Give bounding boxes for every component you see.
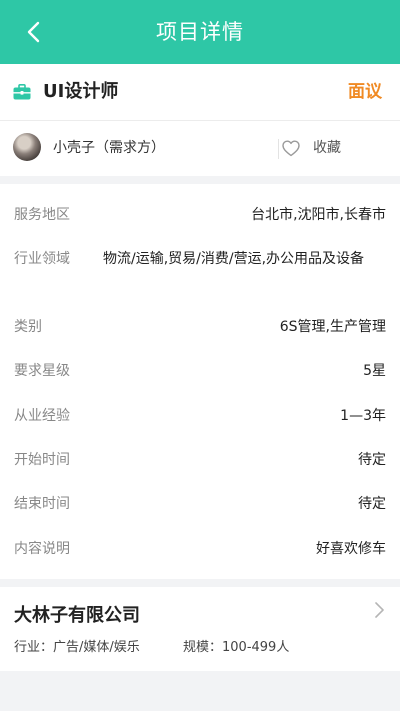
scale-label: 规模：	[183, 640, 223, 655]
detail-label: 内容说明	[14, 541, 70, 557]
heart-outline-icon	[282, 140, 300, 157]
scale-value: 100-499人	[222, 640, 290, 655]
detail-value: 台北市,沈阳市,长春市	[251, 207, 386, 223]
avatar[interactable]	[13, 133, 41, 161]
project-title-row: UI设计师 面议	[0, 64, 400, 121]
detail-value: 6S管理,生产管理	[279, 319, 386, 335]
favorite-label: 收藏	[313, 140, 341, 156]
detail-label: 开始时间	[14, 452, 70, 468]
detail-label: 行业领域	[14, 251, 70, 267]
company-scale: 规模：100-499人	[183, 638, 289, 658]
detail-value: 1—3年	[340, 408, 386, 424]
page-title: 项目详情	[156, 20, 244, 44]
detail-label: 要求星级	[14, 363, 70, 379]
briefcase-icon	[13, 84, 31, 100]
detail-value: 待定	[358, 452, 386, 468]
detail-value: 待定	[358, 496, 386, 512]
company-industry: 行业：广告/媒体/娱乐	[14, 638, 140, 658]
detail-label: 结束时间	[14, 496, 70, 512]
detail-label: 从业经验	[14, 408, 70, 424]
project-title: UI设计师	[43, 81, 119, 102]
favorite-button[interactable]: 收藏	[282, 121, 341, 176]
industry-value: 广告/媒体/娱乐	[53, 640, 140, 655]
project-details-card: 服务地区 台北市,沈阳市,长春市 行业领域 物流/运输,贸易/消费/营运,办公用…	[0, 184, 400, 579]
price-label: 面议	[348, 82, 382, 102]
detail-value: 5星	[363, 363, 386, 379]
divider	[278, 139, 279, 159]
project-summary-card: UI设计师 面议 小壳子（需求方） 收藏	[0, 64, 400, 176]
detail-label: 服务地区	[14, 207, 70, 223]
owner-row: 小壳子（需求方） 收藏	[0, 121, 400, 176]
detail-label: 类别	[14, 319, 42, 335]
company-card[interactable]: 大林子有限公司 行业：广告/媒体/娱乐 规模：100-499人	[0, 587, 400, 671]
detail-value: 好喜欢修车	[316, 541, 386, 557]
chevron-right-icon	[375, 602, 384, 618]
owner-name[interactable]: 小壳子（需求方）	[53, 121, 165, 176]
detail-value: 物流/运输,贸易/消费/营运,办公用品及设备	[103, 251, 365, 267]
industry-label: 行业：	[14, 640, 54, 655]
company-name: 大林子有限公司	[14, 605, 140, 626]
top-bar: 项目详情	[0, 0, 400, 64]
